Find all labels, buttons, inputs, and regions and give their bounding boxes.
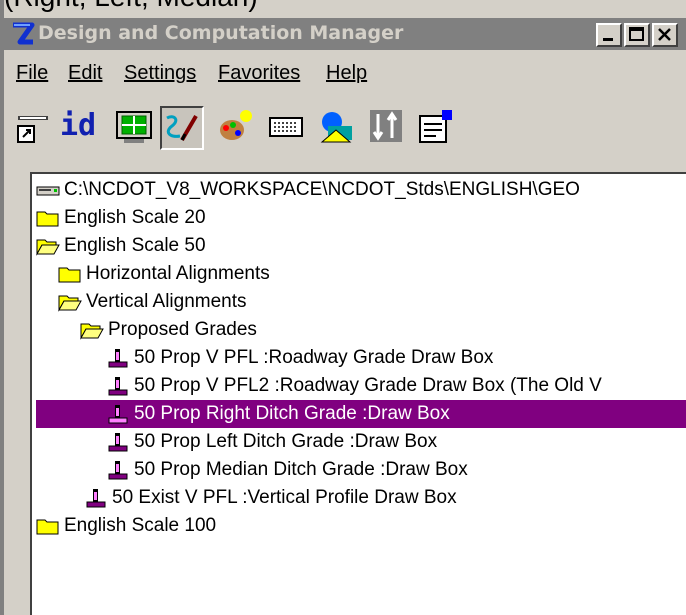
shapes-icon[interactable] (316, 106, 360, 150)
toolbar: id (4, 96, 686, 166)
draw-box-icon (108, 433, 128, 452)
menu-settings[interactable]: Settings (124, 62, 196, 85)
open-folder-icon (36, 239, 60, 256)
open-folder-icon (80, 323, 104, 340)
draw-icon[interactable] (160, 106, 204, 150)
drive-icon (36, 186, 60, 196)
menu-edit[interactable]: Edit (68, 62, 102, 85)
sort-icon[interactable] (366, 106, 410, 150)
app-icon (13, 22, 35, 45)
dcm-window: (Right, Left, Median) Design and Computa… (0, 0, 686, 615)
minimize-icon (603, 38, 613, 41)
draw-box-icon (108, 405, 128, 424)
open-folder-icon (58, 295, 82, 312)
workspace-tree[interactable]: C:\NCDOT_V8_WORKSPACE\NCDOT_Stds\ENGLISH… (30, 172, 686, 615)
window-left-edge (0, 0, 4, 615)
close-button[interactable] (652, 23, 678, 47)
menu-file[interactable]: File (16, 62, 48, 85)
minimize-button[interactable] (596, 23, 622, 47)
menu-help[interactable]: Help (326, 62, 367, 85)
tree-item-selected[interactable]: 50 Prop Right Ditch Grade :Draw Box (36, 400, 686, 428)
key-in-icon[interactable] (14, 106, 58, 150)
palette-icon[interactable] (216, 106, 260, 150)
properties-icon[interactable] (416, 106, 460, 150)
draw-box-icon (86, 489, 106, 508)
id-icon[interactable]: id (60, 106, 104, 150)
folder-icon (36, 211, 59, 227)
title-bar[interactable]: Design and Computation Manager (4, 18, 686, 50)
draw-box-icon (108, 461, 128, 480)
folder-icon (36, 519, 59, 535)
maximize-icon (629, 27, 644, 41)
window-title: Design and Computation Manager (38, 22, 404, 44)
draw-box-icon (108, 377, 128, 396)
maximize-button[interactable] (624, 23, 650, 47)
draw-box-icon (108, 349, 128, 368)
folder-icon (58, 267, 81, 283)
keyboard-icon[interactable] (266, 106, 310, 150)
menu-favorites[interactable]: Favorites (218, 62, 300, 85)
table-icon[interactable] (114, 106, 158, 150)
close-icon (658, 28, 671, 41)
clipped-caption: (Right, Left, Median) (4, 0, 258, 13)
menu-bar: File Edit Settings Favorites Help (4, 56, 686, 92)
